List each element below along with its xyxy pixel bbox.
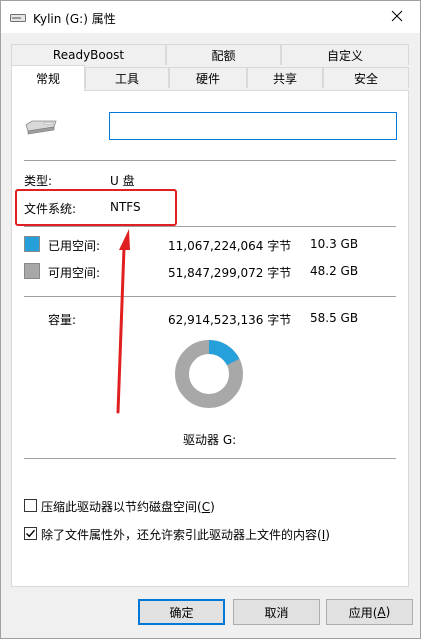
used-space-bytes: 11,067,224,064 字节 <box>168 239 292 253</box>
window-title: Kylin (G:) 属性 <box>33 12 116 26</box>
tab-general[interactable]: 常规 <box>11 65 85 91</box>
tab-label: 安全 <box>353 71 378 86</box>
tab-label: 工具 <box>114 71 139 86</box>
ok-label: 确定 <box>169 605 194 620</box>
drive-icon <box>10 12 26 22</box>
type-label: 类型: <box>24 174 53 188</box>
checkmark-icon <box>26 529 36 538</box>
tab-label: 硬件 <box>195 71 220 86</box>
free-space-bytes: 51,847,299,072 字节 <box>168 266 292 280</box>
title-bar[interactable]: Kylin (G:) 属性 <box>1 1 420 33</box>
free-space-swatch <box>24 263 40 279</box>
tab-tools[interactable]: 工具 <box>85 67 169 88</box>
apply-accel-key: A <box>377 605 386 619</box>
index-label[interactable]: 除了文件属性外，还允许索引此驱动器上文件的内容(I) <box>41 526 330 543</box>
close-button[interactable] <box>374 1 420 33</box>
index-label-end: ) <box>325 528 330 542</box>
separator <box>24 296 396 297</box>
tab-customize[interactable]: 自定义 <box>281 44 409 65</box>
capacity-bytes: 62,914,523,136 字节 <box>168 313 292 327</box>
used-space-swatch <box>24 236 40 252</box>
capacity-label: 容量: <box>48 313 77 327</box>
separator <box>24 160 396 161</box>
used-space-label: 已用空间: <box>48 239 101 253</box>
apply-button[interactable]: 应用(A) <box>326 599 413 625</box>
tab-label: 自定义 <box>326 48 363 63</box>
compress-checkbox[interactable] <box>24 499 37 512</box>
compress-label-text: 压缩此驱动器以节约磁盘空间( <box>41 500 202 514</box>
tab-label: 共享 <box>272 71 297 86</box>
ok-button[interactable]: 确定 <box>138 599 225 625</box>
drive-name-input[interactable] <box>109 112 397 140</box>
type-value: U 盘 <box>110 174 135 188</box>
compress-label-end: ) <box>210 500 215 514</box>
free-space-label: 可用空间: <box>48 266 101 280</box>
free-space-size: 48.2 GB <box>310 264 359 278</box>
cancel-button[interactable]: 取消 <box>233 599 320 625</box>
usb-drive-icon <box>24 119 58 138</box>
close-icon <box>391 10 403 25</box>
separator <box>24 226 396 227</box>
index-checkbox[interactable] <box>24 527 37 540</box>
tab-label: 常规 <box>35 72 60 86</box>
tab-sharing[interactable]: 共享 <box>247 67 323 88</box>
apply-label: 应用( <box>348 605 378 620</box>
tab-label: ReadyBoost <box>52 48 125 62</box>
compress-accel-key: C <box>201 500 211 514</box>
tab-quota[interactable]: 配额 <box>166 44 281 65</box>
apply-label-end: ) <box>385 605 391 619</box>
tab-readyboost[interactable]: ReadyBoost <box>11 44 166 65</box>
tab-hardware[interactable]: 硬件 <box>169 67 247 88</box>
compress-label[interactable]: 压缩此驱动器以节约磁盘空间(C) <box>41 498 215 515</box>
usage-donut-chart <box>175 340 243 408</box>
drive-letter-label: 驱动器 G: <box>183 433 237 447</box>
tab-security[interactable]: 安全 <box>323 67 409 88</box>
tab-label: 配额 <box>211 48 236 63</box>
capacity-size: 58.5 GB <box>310 311 359 325</box>
annotation-highlight-box <box>15 189 177 226</box>
index-label-text: 除了文件属性外，还允许索引此驱动器上文件的内容( <box>41 528 322 542</box>
used-space-size: 10.3 GB <box>310 237 359 251</box>
cancel-label: 取消 <box>264 605 289 620</box>
separator <box>24 458 396 459</box>
